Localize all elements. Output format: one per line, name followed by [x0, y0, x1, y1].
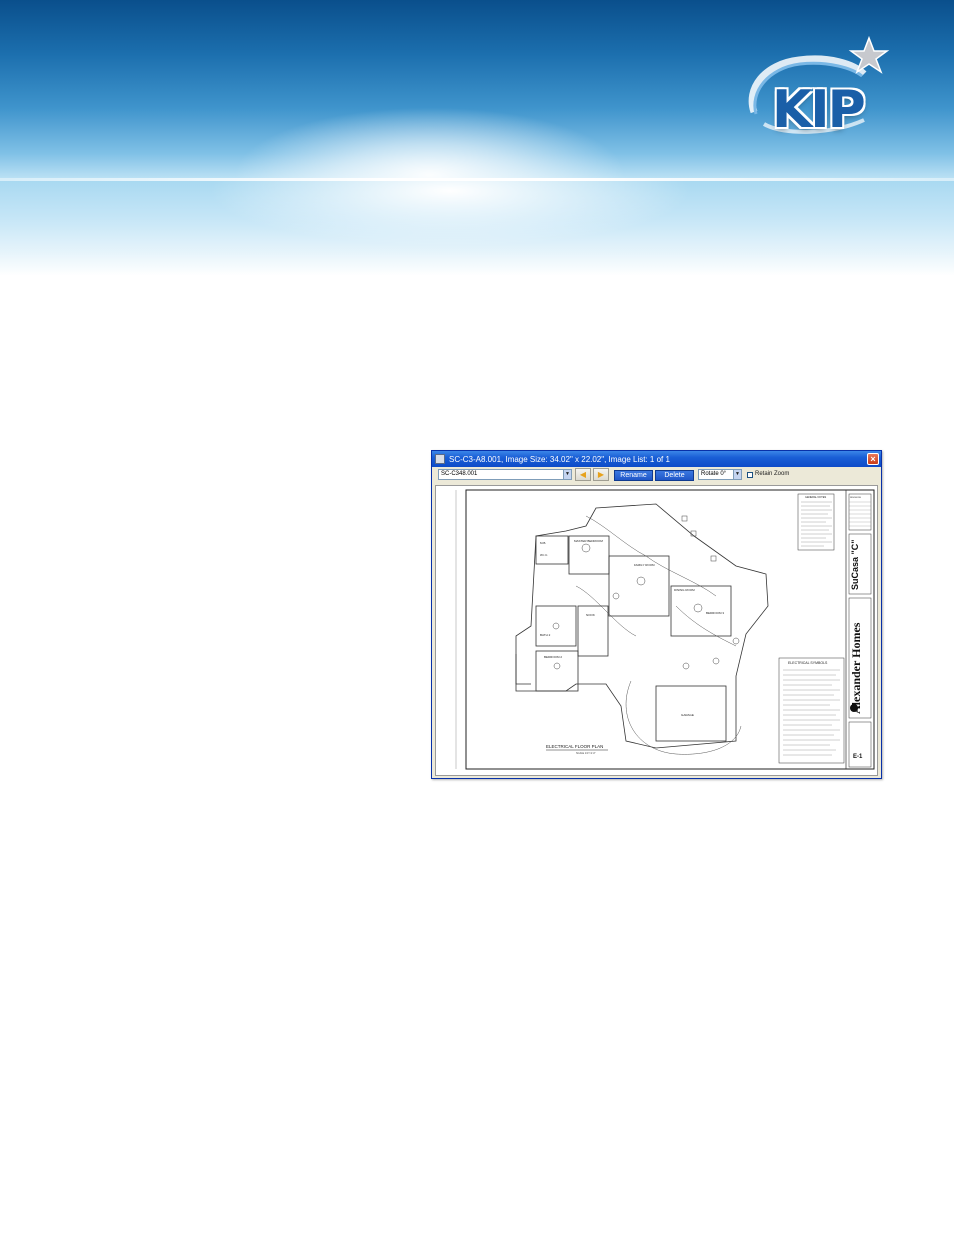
rotate-select-value: Rotate 0° — [701, 471, 727, 477]
room-label: M.B. — [540, 541, 546, 545]
rename-button[interactable]: Rename — [614, 470, 653, 481]
general-notes-title: GENERAL NOTES — [805, 496, 826, 499]
room-label: BEDROOM 2 — [544, 655, 562, 659]
window-title: SC-C3-A8.001, Image Size: 34.02" x 22.02… — [449, 454, 670, 464]
room-label: MASTER BEDROOM — [574, 539, 603, 543]
header-glow-band — [0, 181, 954, 276]
drawing-viewer[interactable]: MASTER BEDROOM FAMILY ROOM DINING ROOM B… — [435, 485, 878, 776]
arrow-right-icon: ▶ — [597, 470, 605, 479]
viewer-toolbar: SC-C348.001 ▼ ◀ ▶ Rename Delete Rotate 0… — [432, 467, 881, 485]
room-label: BATH 2 — [540, 633, 551, 637]
delete-button[interactable]: Delete — [655, 470, 694, 481]
retain-zoom-checkbox[interactable] — [747, 472, 753, 478]
file-select[interactable]: SC-C348.001 ▼ — [438, 469, 572, 480]
room-label: FAMILY ROOM — [634, 563, 655, 567]
app-icon — [435, 454, 445, 464]
file-select-value: SC-C348.001 — [441, 471, 478, 477]
previous-image-button[interactable]: ◀ — [575, 468, 591, 481]
company-logo-icon — [850, 704, 858, 712]
company-name: Alexander Homes — [849, 622, 863, 714]
close-button[interactable]: × — [867, 453, 879, 465]
room-label: BEDROOM 3 — [706, 611, 724, 615]
next-image-button[interactable]: ▶ — [593, 468, 609, 481]
chevron-down-icon[interactable]: ▼ — [563, 470, 571, 479]
window-titlebar[interactable]: SC-C3-A8.001, Image Size: 34.02" x 22.02… — [432, 451, 881, 467]
room-label: GARAGE — [681, 713, 694, 717]
kip-logo: KIP — [744, 34, 894, 144]
chevron-down-icon[interactable]: ▼ — [733, 470, 741, 479]
close-icon: × — [870, 454, 876, 464]
sheet-border — [465, 489, 875, 770]
room-label: W.I.C. — [540, 553, 548, 557]
logo-wordmark: KIP — [772, 80, 866, 140]
plan-title: ELECTRICAL FLOOR PLAN — [546, 744, 603, 749]
electrical-symbols-title: ELECTRICAL SYMBOLS — [788, 661, 828, 665]
room-label: DINING ROOM — [674, 588, 695, 592]
rotate-select[interactable]: Rotate 0° ▼ — [698, 469, 742, 480]
kip-viewer-window: SC-C3-A8.001, Image Size: 34.02" x 22.02… — [431, 450, 882, 779]
project-name: SuCasa "C" — [850, 539, 860, 590]
plan-scale: SCALE 1/4"=1'-0" — [576, 752, 596, 755]
arrow-left-icon: ◀ — [579, 470, 587, 479]
room-label: NOOK — [586, 613, 595, 617]
retain-zoom-label: Retain Zoom — [755, 471, 790, 477]
electrical-floor-plan-drawing: MASTER BEDROOM FAMILY ROOM DINING ROOM B… — [455, 489, 875, 770]
revisions-title: REVISIONS — [850, 497, 862, 499]
sheet-number: E-1 — [853, 754, 863, 760]
